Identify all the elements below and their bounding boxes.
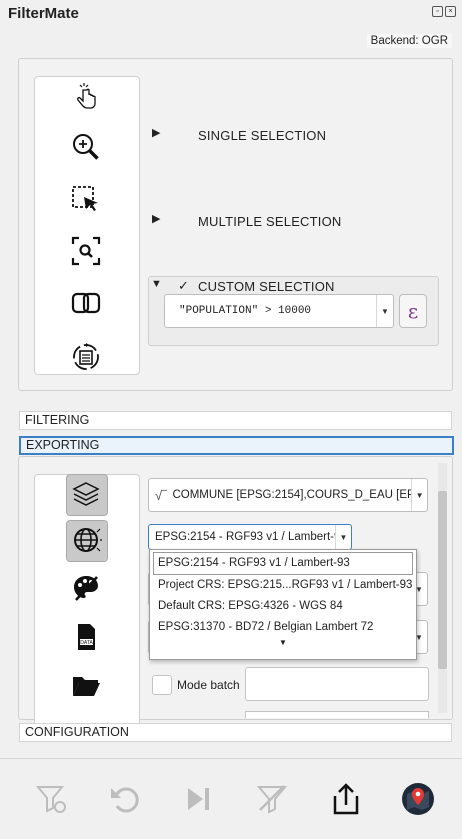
zoom-in-icon[interactable]	[68, 129, 104, 165]
filter-settings-button[interactable]	[32, 779, 72, 819]
undo-button[interactable]	[104, 779, 144, 819]
chevron-down-icon[interactable]: ▼	[411, 479, 427, 511]
crs-option[interactable]: EPSG:31370 - BD72 / Belgian Lambert 72	[150, 617, 416, 638]
filter-gear-icon	[35, 786, 66, 813]
expand-multiple-icon[interactable]: ▶	[152, 212, 160, 225]
next-button[interactable]	[178, 779, 218, 819]
style-palette-icon[interactable]	[68, 570, 104, 606]
export-button[interactable]	[326, 779, 366, 819]
crs-option[interactable]: Project CRS: EPSG:215...RGF93 v1 / Lambe…	[150, 575, 416, 596]
crs-dropdown-list[interactable]: EPSG:2154 - RGF93 v1 / Lambert-93 Projec…	[149, 549, 417, 660]
toolbar-divider	[0, 758, 462, 759]
collapse-custom-icon[interactable]: ▼	[151, 278, 162, 290]
expression-root-icon: √‾	[155, 487, 167, 503]
link-layers-icon[interactable]	[68, 285, 104, 321]
crs-option[interactable]: Default CRS: EPSG:4326 - WGS 84	[150, 596, 416, 617]
expression-value: "POPULATION" > 10000	[179, 305, 312, 317]
filtering-section[interactable]: FILTERING	[19, 411, 452, 430]
crs-option[interactable]: EPSG:2154 - RGF93 v1 / Lambert-93	[153, 552, 413, 575]
zoom-to-selection-icon[interactable]	[68, 233, 104, 269]
single-selection-label[interactable]: SINGLE SELECTION	[198, 128, 326, 143]
folder-icon[interactable]	[68, 667, 104, 703]
undo-icon	[111, 787, 139, 813]
layers-combo[interactable]: √‾ COMMUNE [EPSG:2154],COURS_D_EAU [EPSG…	[148, 478, 428, 512]
expression-builder-button[interactable]: ε	[399, 294, 427, 328]
selection-tools-column	[34, 76, 140, 375]
skip-next-icon	[188, 788, 209, 810]
share-export-icon	[333, 783, 359, 815]
scrollbar-handle[interactable]	[438, 491, 447, 669]
export-scrollbar[interactable]	[438, 463, 447, 713]
svg-text:DATA: DATA	[80, 640, 93, 646]
close-icon[interactable]: ×	[445, 6, 456, 17]
output-folder-input[interactable]	[245, 667, 429, 701]
custom-check-icon: ✓	[178, 278, 189, 293]
app-title: FilterMate	[8, 5, 79, 22]
configuration-section[interactable]: CONFIGURATION	[19, 723, 452, 742]
filter-off-icon	[256, 785, 288, 814]
export-tools-column: DATA	[34, 474, 140, 726]
chevron-down-icon[interactable]: ▼	[334, 525, 351, 549]
globe-grid-icon[interactable]	[68, 522, 104, 558]
output-file-input[interactable]	[245, 711, 429, 718]
float-icon[interactable]: ▫	[432, 6, 443, 17]
mode-batch-checkbox[interactable]	[152, 675, 172, 695]
crs-combo[interactable]: EPSG:2154 - RGF93 v1 / Lambert-93 ▼	[148, 524, 352, 550]
expression-combo[interactable]: "POPULATION" > 10000 ▼	[164, 294, 394, 328]
custom-selection-label[interactable]: CUSTOM SELECTION	[198, 279, 335, 294]
layers-value: COMMUNE [EPSG:2154],COURS_D_EAU [EPSG	[172, 489, 412, 501]
window-controls: ▫ ×	[432, 6, 456, 17]
pointer-hand-icon[interactable]	[68, 79, 104, 115]
map-marker-icon	[402, 783, 434, 815]
backend-indicator: Backend: OGR	[366, 34, 452, 48]
select-rectangle-icon[interactable]	[68, 182, 104, 218]
exporting-section[interactable]: EXPORTING	[19, 436, 454, 455]
clear-filter-button[interactable]	[252, 779, 292, 819]
layers-icon[interactable]	[68, 476, 104, 512]
map-location-button[interactable]	[398, 779, 438, 819]
mode-batch-label: Mode batch	[177, 678, 240, 692]
chevron-down-icon[interactable]: ▼	[376, 295, 393, 327]
multiple-selection-label[interactable]: MULTIPLE SELECTION	[198, 214, 342, 229]
data-file-icon[interactable]: DATA	[68, 619, 104, 655]
refresh-layer-icon[interactable]	[68, 338, 104, 374]
crs-value: EPSG:2154 - RGF93 v1 / Lambert-93	[155, 531, 335, 543]
scroll-down-icon[interactable]: ▼	[150, 638, 416, 648]
expand-single-icon[interactable]: ▶	[152, 126, 160, 139]
